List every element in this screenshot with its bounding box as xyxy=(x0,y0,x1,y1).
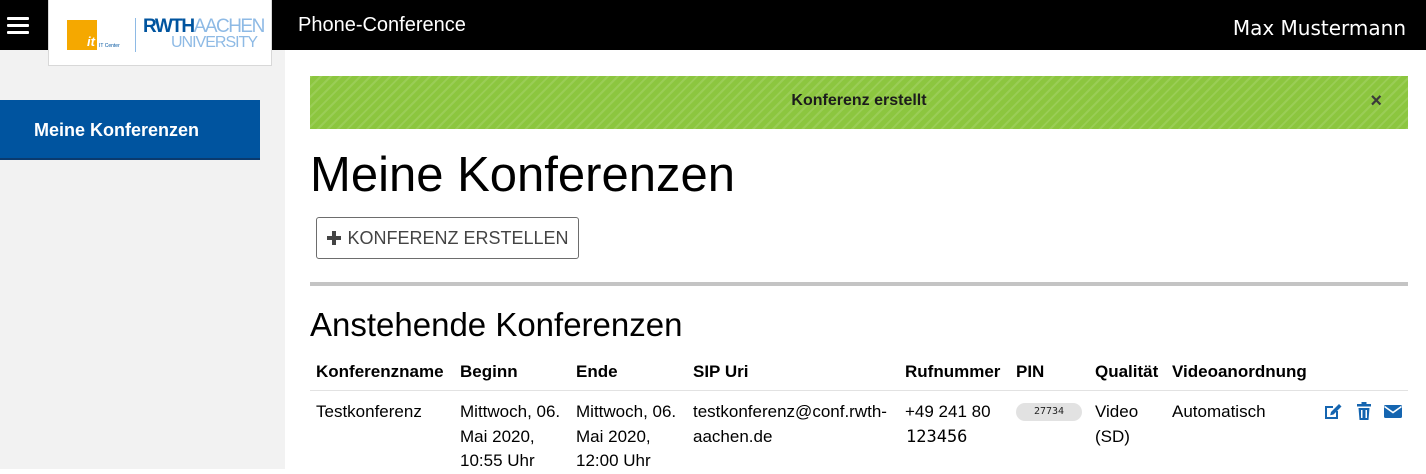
cell-begin: Mittwoch, 06. Mai 2020, 10:55 Uhr xyxy=(460,402,561,470)
rwth-logo[interactable]: it IT Center RWTHAACHEN UNIVERSITY xyxy=(48,0,272,66)
hamburger-menu-icon[interactable] xyxy=(0,0,36,50)
column-header-phone: Rufnummer xyxy=(905,362,1001,381)
column-header-begin: Beginn xyxy=(460,362,518,381)
create-conference-button[interactable]: KONFERENZ ERSTELLEN xyxy=(316,217,579,259)
edit-icon[interactable] xyxy=(1323,401,1343,421)
university-wordmark: UNIVERSITY xyxy=(171,34,258,51)
logo-divider xyxy=(135,18,136,52)
app-title: Phone-Conference xyxy=(298,14,466,36)
cell-quality: Video (SD) xyxy=(1095,402,1139,446)
sidebar-item-meine-konferenzen[interactable]: Meine Konferenzen xyxy=(0,100,260,160)
column-header-end: Ende xyxy=(576,362,618,381)
column-header-quality: Qualität xyxy=(1095,362,1159,381)
column-header-sip-uri: SIP Uri xyxy=(693,362,749,381)
trash-icon[interactable] xyxy=(1354,401,1374,421)
cell-sip-uri: testkonferenz@conf.rwth- aachen.de xyxy=(693,402,887,446)
sidebar: Meine Konferenzen xyxy=(0,50,285,469)
envelope-icon[interactable] xyxy=(1383,401,1403,421)
alert-message: Konferenz erstellt xyxy=(791,92,927,109)
success-alert: Konferenz erstellt × xyxy=(310,76,1408,129)
column-header-name: Konferenzname xyxy=(316,362,444,381)
column-header-video-layout: Videoanordnung xyxy=(1172,362,1307,381)
section-divider xyxy=(310,282,1408,286)
column-header-pin: PIN xyxy=(1016,362,1045,381)
close-icon[interactable]: × xyxy=(1370,91,1382,111)
it-center-logo-icon: it xyxy=(67,20,97,50)
cell-video-layout: Automatisch xyxy=(1172,402,1266,421)
user-name[interactable]: Max Mustermann xyxy=(1233,16,1406,40)
page-title: Meine Konferenzen xyxy=(310,148,735,202)
section-title: Anstehende Konferenzen xyxy=(310,306,683,343)
cell-name: Testkonferenz xyxy=(316,402,422,421)
plus-icon xyxy=(327,231,342,245)
create-conference-label: KONFERENZ ERSTELLEN xyxy=(347,227,569,248)
cell-end: Mittwoch, 06. Mai 2020, 12:00 Uhr xyxy=(576,402,677,470)
cell-phone: +49 241 80 123456 xyxy=(905,402,991,447)
table-row-separator xyxy=(310,390,1408,391)
pin-badge: 27734 xyxy=(1016,403,1082,421)
it-center-label: IT Center xyxy=(99,43,120,49)
